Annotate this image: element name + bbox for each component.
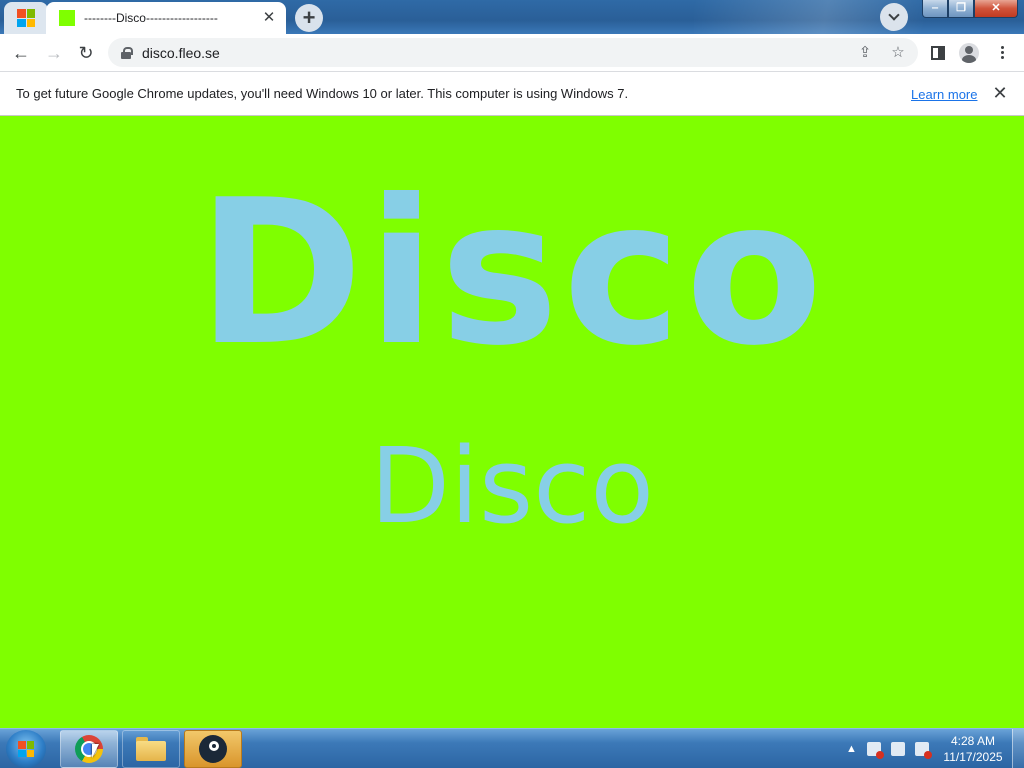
tab-close-icon[interactable]: ✕	[260, 9, 278, 27]
disco-subheading: Disco	[370, 425, 654, 547]
show-hidden-icons-icon[interactable]: ▲	[846, 743, 857, 755]
side-panel-icon	[931, 46, 945, 60]
windows-taskbar: ▲ 4:28 AM 11/17/2025	[0, 728, 1024, 768]
update-infobar: To get future Google Chrome updates, you…	[0, 71, 1024, 116]
taskbar-steam[interactable]	[184, 730, 242, 768]
address-url[interactable]: disco.fleo.se	[142, 45, 220, 61]
minimize-button[interactable]: ‒	[922, 0, 948, 18]
side-panel-button[interactable]	[928, 43, 948, 63]
more-vert-icon	[992, 46, 1012, 59]
tab-strip: --------Disco------------------ ✕ + ‒ ❐ …	[0, 0, 1024, 34]
folder-icon	[136, 737, 166, 761]
browser-toolbar: ← → ↻ disco.fleo.se ⇪ ☆	[0, 34, 1024, 71]
taskbar-chrome[interactable]	[60, 730, 118, 768]
lock-icon[interactable]	[121, 46, 133, 59]
chevron-down-icon	[888, 9, 900, 21]
address-bar[interactable]: disco.fleo.se ⇪ ☆	[108, 38, 918, 67]
volume-muted-icon[interactable]	[914, 742, 932, 759]
mouse-cursor-icon	[92, 744, 99, 758]
steam-icon	[199, 735, 227, 763]
favicon-icon	[59, 10, 75, 26]
new-tab-button[interactable]: +	[295, 4, 323, 32]
network-icon[interactable]	[890, 742, 905, 756]
learn-more-link[interactable]: Learn more	[911, 87, 977, 102]
window-close-button[interactable]: ✕	[974, 0, 1018, 18]
tab-title: --------Disco------------------	[84, 11, 218, 25]
profile-button[interactable]	[959, 43, 979, 63]
taskbar-explorer[interactable]	[122, 730, 180, 768]
forward-button[interactable]: →	[42, 41, 66, 65]
disco-heading: Disco	[197, 157, 827, 390]
action-center-icon[interactable]	[866, 742, 884, 759]
clock-date: 11/17/2025	[943, 750, 1003, 764]
share-icon[interactable]: ⇪	[856, 44, 874, 62]
reload-button[interactable]: ↻	[74, 41, 98, 65]
restore-button[interactable]: ❐	[948, 0, 974, 18]
clock-time: 4:28 AM	[950, 734, 996, 748]
windows-apps-button[interactable]	[4, 2, 48, 34]
windows-logo-icon	[17, 9, 35, 27]
system-tray: ▲	[846, 741, 932, 759]
avatar	[959, 43, 979, 63]
show-desktop-button[interactable]	[1012, 729, 1024, 768]
windows-logo-icon	[18, 741, 34, 757]
menu-button[interactable]	[992, 43, 1012, 63]
bookmark-star-icon[interactable]: ☆	[889, 44, 907, 62]
infobar-message: To get future Google Chrome updates, you…	[16, 86, 629, 101]
infobar-close-icon[interactable]: ✕	[990, 83, 1010, 103]
tab-search-button[interactable]	[880, 3, 908, 31]
start-button[interactable]	[6, 730, 46, 768]
window-caption-buttons: ‒ ❐ ✕	[922, 0, 1018, 18]
back-button[interactable]: ←	[9, 41, 33, 65]
taskbar-clock[interactable]: 4:28 AM 11/17/2025	[938, 733, 1008, 765]
page-content: Disco Disco	[0, 116, 1024, 728]
browser-tab[interactable]: --------Disco------------------ ✕	[46, 2, 286, 34]
